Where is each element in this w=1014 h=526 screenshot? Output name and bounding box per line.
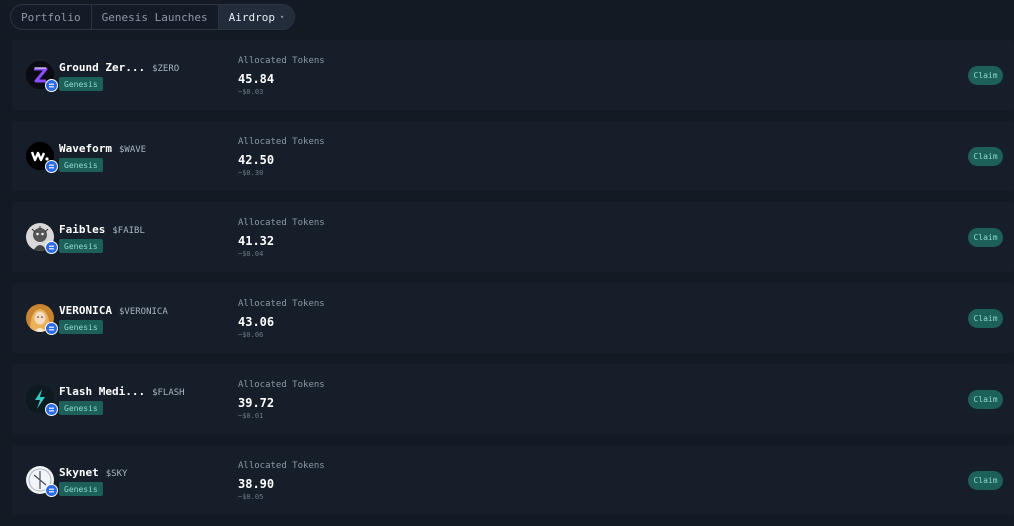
- tab-label: Airdrop: [228, 10, 275, 24]
- allocated-usd-value: ~$0.06: [238, 331, 264, 339]
- allocated-amount: 39.72: [238, 396, 275, 410]
- token-title: Waveform $WAVE: [59, 142, 146, 155]
- airdrop-row: Faibles $FAIBL Genesis Allocated Tokens …: [12, 202, 1014, 272]
- claim-button[interactable]: Claim: [968, 309, 1003, 328]
- token-avatar: [26, 466, 58, 497]
- allocated-usd-value: ~$0.03: [238, 88, 264, 96]
- token-title: VERONICA $VERONICA: [59, 304, 168, 317]
- token-name[interactable]: Faibles: [59, 223, 105, 236]
- claim-button[interactable]: Claim: [968, 147, 1003, 166]
- token-ticker: $ZERO: [152, 64, 180, 74]
- token-ticker: $FAIBL: [112, 226, 145, 236]
- allocated-amount: 38.90: [238, 477, 275, 491]
- token-name[interactable]: Skynet: [59, 466, 99, 479]
- token-avatar: [26, 385, 58, 416]
- chain-badge-icon: [45, 484, 58, 497]
- airdrop-row: Skynet $SKY Genesis Allocated Tokens 38.…: [12, 445, 1014, 515]
- airdrop-row: Waveform $WAVE Genesis Allocated Tokens …: [12, 121, 1014, 191]
- airdrop-list: Ground Zer... $ZERO Genesis Allocated To…: [12, 40, 1014, 526]
- token-name[interactable]: Waveform: [59, 142, 112, 155]
- allocated-tokens-label: Allocated Tokens: [238, 380, 325, 390]
- token-ticker: $FLASH: [152, 388, 185, 398]
- allocated-tokens-label: Allocated Tokens: [238, 137, 325, 147]
- token-title: Faibles $FAIBL: [59, 223, 145, 236]
- token-avatar: [26, 61, 58, 92]
- chain-badge-icon: [45, 241, 58, 254]
- chain-badge-icon: [45, 160, 58, 173]
- claim-button[interactable]: Claim: [968, 228, 1003, 247]
- chain-badge-icon: [45, 403, 58, 416]
- allocated-amount: 43.06: [238, 315, 275, 329]
- genesis-badge: Genesis: [59, 239, 103, 253]
- tab-label: Genesis Launches: [101, 10, 208, 24]
- tab-label: Portfolio: [21, 10, 81, 24]
- chain-badge-icon: [45, 79, 58, 92]
- token-avatar: [26, 223, 58, 254]
- airdrop-row: VERONICA $VERONICA Genesis Allocated Tok…: [12, 283, 1014, 353]
- tab-airdrop[interactable]: Airdrop ▾: [218, 5, 295, 29]
- airdrop-row: Ground Zer... $ZERO Genesis Allocated To…: [12, 40, 1014, 110]
- chevron-down-icon: ▾: [279, 13, 285, 21]
- claim-button[interactable]: Claim: [968, 471, 1003, 490]
- claim-button[interactable]: Claim: [968, 390, 1003, 409]
- token-title: Ground Zer... $ZERO: [59, 61, 179, 74]
- allocated-usd-value: ~$0.30: [238, 169, 264, 177]
- airdrop-row: Flash Medi... $FLASH Genesis Allocated T…: [12, 364, 1014, 434]
- tab-portfolio[interactable]: Portfolio: [11, 5, 92, 29]
- allocated-tokens-label: Allocated Tokens: [238, 299, 325, 309]
- allocated-usd-value: ~$0.01: [238, 412, 264, 420]
- token-name[interactable]: Ground Zer...: [59, 61, 145, 74]
- token-ticker: $SKY: [105, 469, 128, 479]
- genesis-badge: Genesis: [59, 77, 103, 91]
- chain-badge-icon: [45, 322, 58, 335]
- allocated-tokens-label: Allocated Tokens: [238, 56, 325, 66]
- genesis-badge: Genesis: [59, 320, 103, 334]
- token-name[interactable]: VERONICA: [59, 304, 112, 317]
- tab-genesis-launches[interactable]: Genesis Launches: [92, 5, 219, 29]
- allocated-tokens-label: Allocated Tokens: [238, 218, 325, 228]
- genesis-badge: Genesis: [59, 401, 103, 415]
- allocated-amount: 45.84: [238, 72, 275, 86]
- allocated-usd-value: ~$0.04: [238, 250, 264, 258]
- allocated-amount: 42.50: [238, 153, 275, 167]
- token-avatar: [26, 142, 58, 173]
- genesis-badge: Genesis: [59, 158, 103, 172]
- token-ticker: $VERONICA: [118, 307, 168, 317]
- token-ticker: $WAVE: [118, 145, 147, 155]
- allocated-tokens-label: Allocated Tokens: [238, 461, 325, 471]
- claim-button[interactable]: Claim: [968, 66, 1003, 85]
- token-title: Flash Medi... $FLASH: [59, 385, 185, 398]
- genesis-badge: Genesis: [59, 482, 103, 496]
- allocated-amount: 41.32: [238, 234, 275, 248]
- token-avatar: [26, 304, 58, 335]
- token-title: Skynet $SKY: [59, 466, 127, 479]
- tab-bar: Portfolio Genesis Launches Airdrop ▾: [10, 4, 296, 30]
- token-name[interactable]: Flash Medi...: [59, 385, 145, 398]
